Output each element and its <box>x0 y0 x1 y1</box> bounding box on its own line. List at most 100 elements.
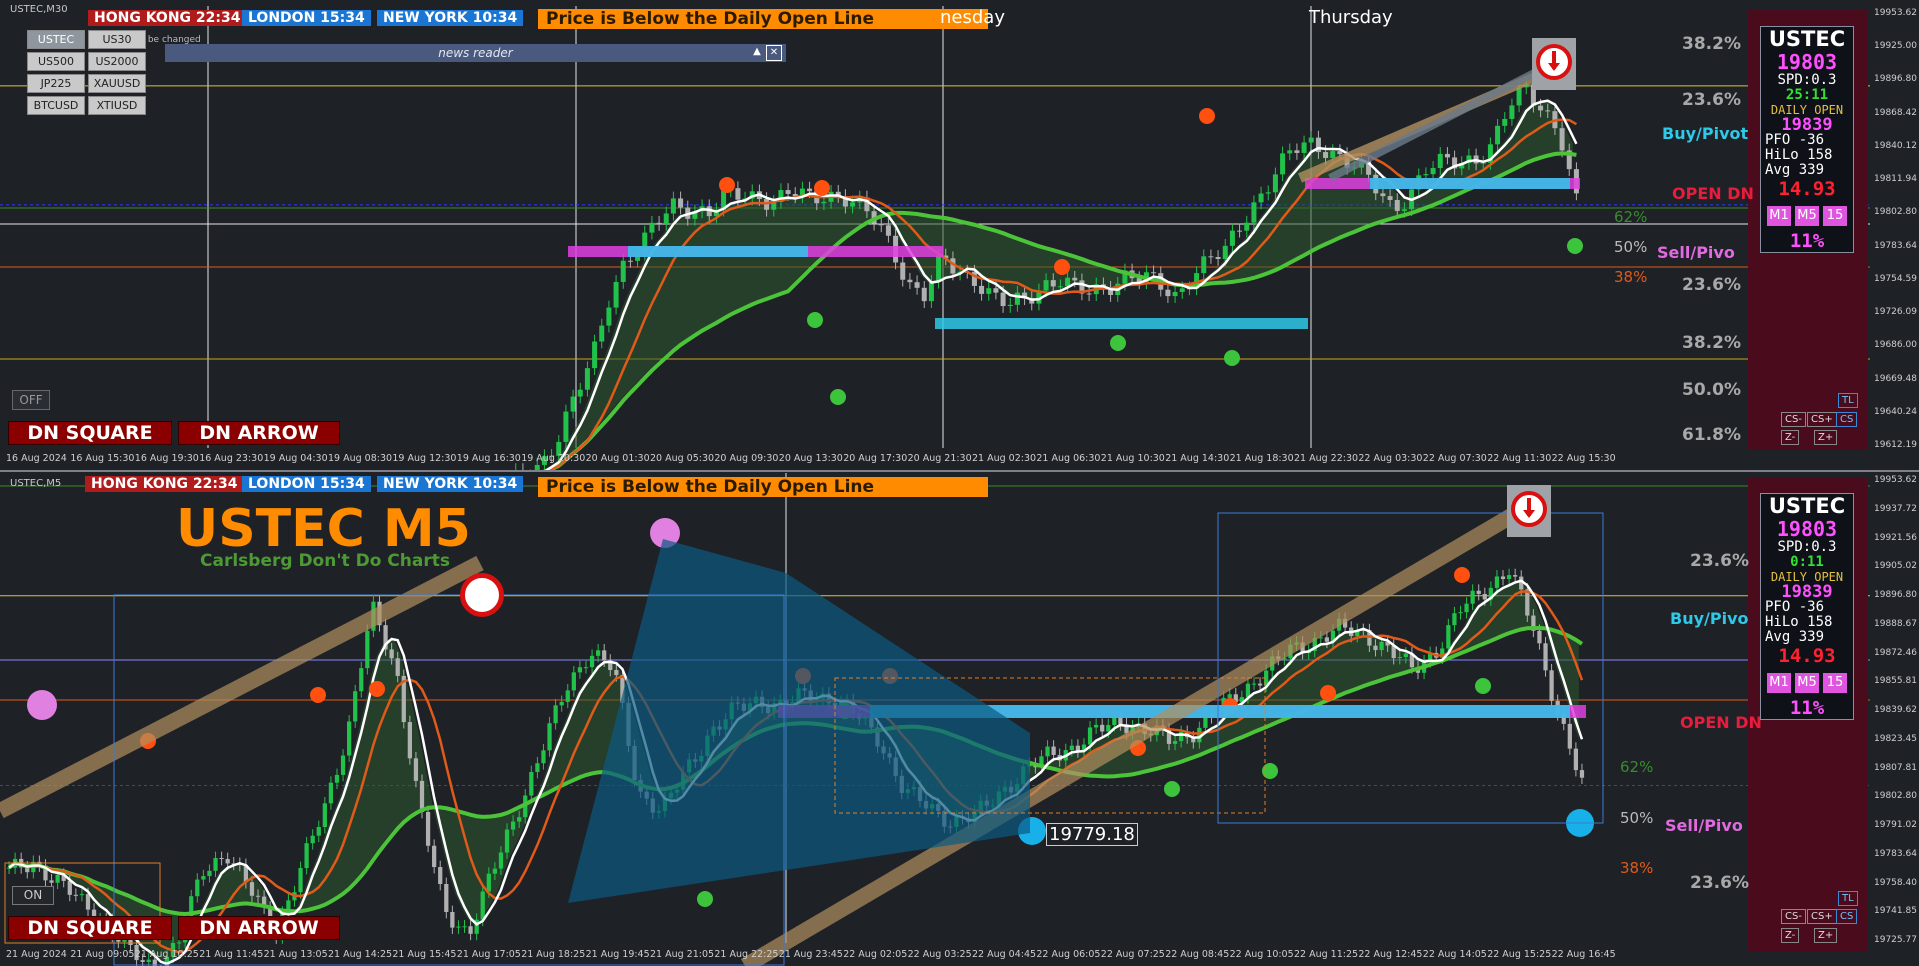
time-tick-label: 22 Aug 16:45 <box>1551 949 1616 960</box>
time-tick-label: 22 Aug 12:45 <box>1358 949 1423 960</box>
price-tick-label: 19783.64 <box>1874 240 1917 251</box>
candle-body <box>529 772 534 796</box>
candle-body <box>1559 128 1565 151</box>
candle-body <box>663 213 669 224</box>
dn-arrow-button[interactable]: DN ARROW <box>178 916 340 940</box>
candle-body <box>450 912 455 928</box>
symbol-button-us500[interactable]: US500 <box>27 52 85 71</box>
chart-canvas-m30[interactable] <box>0 0 1919 470</box>
zoom-out-button[interactable]: Z- <box>1781 928 1800 943</box>
collapse-icon[interactable]: ▲ <box>750 45 764 59</box>
time-axis: 21 Aug 2024 21 Aug 09:05 21 Aug 10:25 21 Au… <box>0 949 1870 963</box>
dn-square-button[interactable]: DN SQUARE <box>8 421 172 445</box>
news-reader-bar[interactable]: news reader ▲ ✕ <box>165 44 786 62</box>
price-tick-label: 19802.80 <box>1874 207 1917 218</box>
candle-body <box>1287 150 1293 154</box>
symbol-button-xtiusd[interactable]: XTIUSD <box>88 96 146 115</box>
price-tick-label: 19725.77 <box>1874 935 1917 945</box>
candle-body <box>656 222 662 224</box>
candle-body <box>1251 683 1257 685</box>
tf-button-m1[interactable]: M1 <box>1767 673 1791 693</box>
price-tick-label: 19811.94 <box>1874 174 1917 185</box>
time-tick-label: 19 Aug 20:30 <box>521 453 586 464</box>
candle-body <box>517 817 522 822</box>
tf-button-m5[interactable]: M5 <box>1795 673 1819 693</box>
candle-body <box>1394 199 1400 211</box>
pivot-label-buy: Buy/Pivo <box>1670 609 1749 628</box>
candle-body <box>595 650 601 656</box>
cs-plus-button[interactable]: CS+ <box>1807 909 1837 924</box>
swing-marker <box>1110 335 1126 351</box>
tf-button-m5[interactable]: M5 <box>1795 206 1819 226</box>
candle-body <box>613 281 619 308</box>
cs-button[interactable]: CS <box>1836 412 1858 427</box>
dn-square-button[interactable]: DN SQUARE <box>8 916 172 940</box>
close-icon[interactable]: ✕ <box>766 45 782 61</box>
session-newyork: NEW YORK 10:34 <box>377 10 524 26</box>
zoom-in-button[interactable]: Z+ <box>1814 928 1838 943</box>
candle-body <box>878 223 884 226</box>
tl-button[interactable]: TL <box>1838 393 1858 408</box>
swing-marker <box>27 690 57 720</box>
price-tick-label: 19726.09 <box>1874 307 1917 318</box>
candle-body <box>1179 288 1185 292</box>
symbol-button-btcusd[interactable]: BTCUSD <box>27 96 85 115</box>
symbol-button-jp225[interactable]: JP225 <box>27 74 85 93</box>
cs-plus-button[interactable]: CS+ <box>1807 412 1837 427</box>
symbol-button-ustec[interactable]: USTEC <box>27 30 85 49</box>
time-tick-label: 22 Aug 03:25 <box>907 949 972 960</box>
candle-body <box>462 926 467 928</box>
symbol-button-us2000[interactable]: US2000 <box>88 52 146 71</box>
candle-body <box>1215 257 1221 259</box>
candle-body <box>316 827 321 836</box>
tf-button-m15[interactable]: 15 <box>1823 206 1847 226</box>
candle-body <box>1100 724 1105 732</box>
tl-button[interactable]: TL <box>1838 891 1858 906</box>
swing-marker <box>369 681 385 697</box>
on-toggle-button[interactable]: ON <box>12 886 54 905</box>
candle-body <box>563 411 569 442</box>
candle-body <box>584 368 590 390</box>
candle-body <box>599 325 605 342</box>
candle-body <box>1379 641 1384 651</box>
candle-body <box>1373 645 1378 651</box>
candle-body <box>1179 731 1184 742</box>
symbol-button-us30[interactable]: US30 <box>88 30 146 49</box>
time-tick-label: 21 Aug 22:25 <box>714 949 779 960</box>
candle-body <box>1516 87 1522 106</box>
time-tick-label: 22 Aug 04:45 <box>972 949 1037 960</box>
candle-body <box>1072 277 1078 281</box>
swing-marker <box>1475 678 1491 694</box>
fib-label: 61.8% <box>1682 425 1741 445</box>
tf-button-m1[interactable]: M1 <box>1767 206 1791 226</box>
zoom-in-button[interactable]: Z+ <box>1814 430 1838 445</box>
price-tick-label: 19640.24 <box>1874 406 1917 417</box>
chart-panel-m30[interactable]: USTEC,M30 HONG KONG 22:34 LONDON 15:34 N… <box>0 0 1919 472</box>
cs-button[interactable]: CS <box>1836 909 1858 924</box>
tf-button-m15[interactable]: 15 <box>1823 673 1847 693</box>
candle-body <box>347 721 352 756</box>
candle-body <box>606 307 612 326</box>
symbol-button-xauusd[interactable]: XAUUSD <box>88 74 146 93</box>
candle-body <box>310 835 315 844</box>
zoom-out-button[interactable]: Z- <box>1781 430 1800 445</box>
candle-body <box>986 288 992 294</box>
candle-body <box>1430 168 1436 175</box>
price-tick-label: 19783.64 <box>1874 848 1917 859</box>
candle-body <box>1172 291 1178 297</box>
time-tick-label: 19 Aug 04:30 <box>263 453 328 464</box>
chart-panel-m5[interactable]: USTEC,M5 HONG KONG 22:34 LONDON 15:34 NE… <box>0 473 1919 966</box>
candle-body <box>1106 724 1111 732</box>
swing-marker <box>1320 685 1336 701</box>
cs-minus-button[interactable]: CS- <box>1781 909 1806 924</box>
info-symbol: USTEC <box>1768 494 1846 518</box>
price-tick-label: 19741.85 <box>1874 906 1917 917</box>
candle-body <box>298 868 303 893</box>
off-toggle-button[interactable]: OFF <box>12 390 50 410</box>
cs-minus-button[interactable]: CS- <box>1781 412 1806 427</box>
candle-body <box>785 190 791 194</box>
price-tick-label: 19669.48 <box>1874 373 1917 384</box>
candle-body <box>1401 209 1407 211</box>
dn-arrow-button[interactable]: DN ARROW <box>178 421 340 445</box>
session-london: LONDON 15:34 <box>242 476 371 492</box>
